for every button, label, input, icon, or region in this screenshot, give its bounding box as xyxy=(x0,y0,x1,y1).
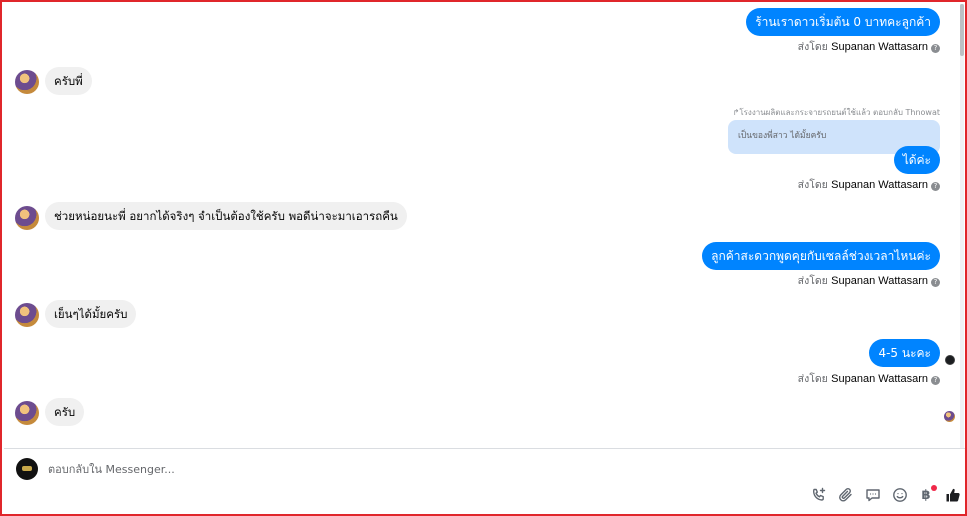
thread-scrollbar[interactable] xyxy=(960,4,964,448)
contact-avatar[interactable] xyxy=(15,401,39,425)
messenger-window: ร้านเราดาวเริ่มต้น 0 บาทคะลูกค้า ส่งโดย … xyxy=(0,0,967,516)
info-icon[interactable]: ? xyxy=(931,376,940,385)
outgoing-message[interactable]: 4-5 นะคะ xyxy=(869,339,940,367)
sender-name[interactable]: Supanan Wattasarn xyxy=(831,41,928,53)
chat-bubble-icon[interactable] xyxy=(864,486,882,504)
notification-dot xyxy=(931,485,937,491)
outgoing-message[interactable]: ลูกค้าสะดวกพูดคุยกับเซลล์ช่วงเวลาไหนค่ะ xyxy=(702,242,940,270)
contact-avatar[interactable] xyxy=(15,70,39,94)
incoming-message[interactable]: ช่วยหน่อยนะพี่ อยากได้จริงๆ จำเป็นต้องใช… xyxy=(45,202,407,230)
sent-by-prefix: ส่งโดย xyxy=(797,373,828,385)
incoming-message[interactable]: เย็นๆได้มั้ยครับ xyxy=(45,300,137,328)
page-avatar xyxy=(16,458,38,480)
info-icon[interactable]: ? xyxy=(931,44,940,53)
scrollbar-thumb[interactable] xyxy=(960,4,964,56)
sender-name[interactable]: Supanan Wattasarn xyxy=(831,373,928,385)
outgoing-message[interactable]: ได้ค่ะ xyxy=(893,146,940,174)
sent-by-prefix: ส่งโดย xyxy=(797,179,828,191)
info-icon[interactable]: ? xyxy=(931,182,940,191)
incoming-message[interactable]: ครับพี่ xyxy=(45,67,92,95)
seen-indicator-avatar xyxy=(945,355,955,365)
phone-plus-icon[interactable] xyxy=(810,486,828,504)
read-receipt-avatar xyxy=(944,411,955,422)
baht-symbol: ฿ xyxy=(921,487,931,503)
sent-by-label: ส่งโดย Supanan Wattasarn? xyxy=(798,178,940,192)
sent-by-label: ส่งโดย Supanan Wattasarn? xyxy=(798,372,940,386)
outgoing-message[interactable]: ร้านเราดาวเริ่มต้น 0 บาทคะลูกค้า xyxy=(746,8,940,36)
sent-by-label: ส่งโดย Supanan Wattasarn? xyxy=(798,40,940,54)
thumbs-up-icon[interactable] xyxy=(944,486,962,504)
reply-input[interactable] xyxy=(48,461,748,477)
message-thread[interactable]: ร้านเราดาวเริ่มต้น 0 บาทคะลูกค้า ส่งโดย … xyxy=(4,4,964,448)
reply-context-label: ↱โรงงานผลิตและกระจายรถยนต์ใช้แล้ว ตอบกลั… xyxy=(732,108,940,117)
incoming-message[interactable]: ครับ xyxy=(45,398,85,426)
contact-avatar[interactable] xyxy=(15,206,39,230)
composer-divider xyxy=(4,448,965,449)
sent-by-prefix: ส่งโดย xyxy=(797,41,828,53)
sent-by-label: ส่งโดย Supanan Wattasarn? xyxy=(798,274,940,288)
sender-name[interactable]: Supanan Wattasarn xyxy=(831,179,928,191)
paperclip-icon[interactable] xyxy=(837,486,855,504)
sender-name[interactable]: Supanan Wattasarn xyxy=(831,275,928,287)
sent-by-prefix: ส่งโดย xyxy=(797,275,828,287)
smiley-icon[interactable] xyxy=(891,486,909,504)
contact-avatar[interactable] xyxy=(15,303,39,327)
info-icon[interactable]: ? xyxy=(931,278,940,287)
